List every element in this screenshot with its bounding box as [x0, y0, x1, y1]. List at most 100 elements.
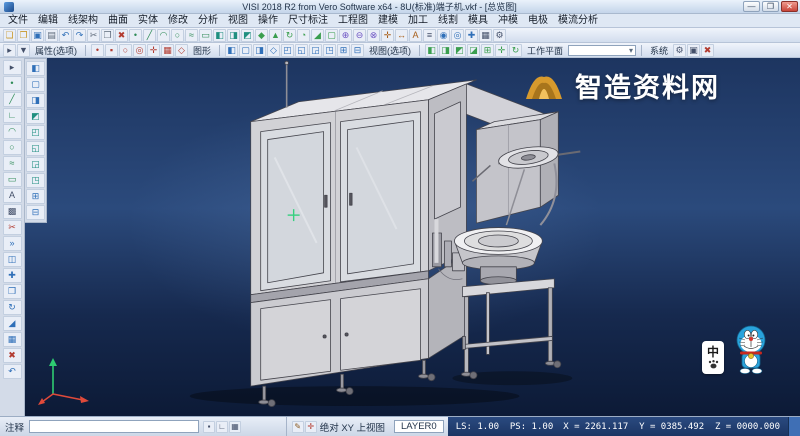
workplane-xz-icon[interactable]: ◨: [439, 44, 452, 57]
menu-item[interactable]: 实体: [133, 14, 163, 28]
snap-grid-icon[interactable]: ▦: [161, 44, 174, 57]
snap-center-icon[interactable]: ◎: [133, 44, 146, 57]
wireframe-mode-icon[interactable]: ▢: [26, 77, 45, 92]
boolean-subtract-icon[interactable]: ⊖: [353, 29, 366, 42]
rectangle-tool-icon[interactable]: ▭: [3, 172, 22, 187]
menu-item[interactable]: 文件: [3, 14, 33, 28]
filter-icon[interactable]: ▼: [17, 44, 30, 57]
cad-model-machine[interactable]: [25, 58, 800, 416]
polyline-tool-icon[interactable]: ∟: [3, 108, 22, 123]
trim-tool-icon[interactable]: ✂: [3, 220, 22, 235]
menu-item[interactable]: 曲面: [103, 14, 133, 28]
arc-tool-icon[interactable]: ◠: [3, 124, 22, 139]
zoom-previous-icon[interactable]: ⊟: [351, 44, 364, 57]
menu-item[interactable]: 工程图: [333, 14, 373, 28]
hidden-line-icon[interactable]: ◨: [253, 44, 266, 57]
view-top-icon[interactable]: ◱: [26, 141, 45, 156]
viewport-3d[interactable]: ◧▢◨◩◰◱◲◳⊞⊟ 智造资料网 中: [25, 58, 800, 416]
workplane-origin-icon[interactable]: ✛: [495, 44, 508, 57]
circle-tool-icon[interactable]: ○: [3, 140, 22, 155]
menu-item[interactable]: 视图: [223, 14, 253, 28]
curve-tool-icon[interactable]: ≈: [185, 29, 198, 42]
redo-icon[interactable]: ↷: [73, 29, 86, 42]
snap-intersection-icon[interactable]: ✛: [147, 44, 160, 57]
menu-item[interactable]: 电极: [523, 14, 553, 28]
workplane-align-icon[interactable]: ⊞: [481, 44, 494, 57]
boolean-union-icon[interactable]: ⊕: [339, 29, 352, 42]
open-file-icon[interactable]: ❐: [17, 29, 30, 42]
copy-icon[interactable]: ❒: [101, 29, 114, 42]
rectangle-tool-icon[interactable]: ▭: [199, 29, 212, 42]
note-input[interactable]: [29, 420, 199, 433]
workplane-yz-icon[interactable]: ◩: [453, 44, 466, 57]
line-tool-icon[interactable]: ╱: [3, 92, 22, 107]
snap-point-icon[interactable]: •: [91, 44, 104, 57]
snap-mid-icon[interactable]: ○: [119, 44, 132, 57]
offset-tool-icon[interactable]: »: [3, 236, 22, 251]
workplane-rotate-icon[interactable]: ↻: [509, 44, 522, 57]
top-view-icon[interactable]: ◱: [295, 44, 308, 57]
move-tool-icon[interactable]: ✚: [3, 268, 22, 283]
front-view-icon[interactable]: ◰: [281, 44, 294, 57]
view-front-icon[interactable]: ◰: [26, 125, 45, 140]
menu-item[interactable]: 编辑: [33, 14, 63, 28]
text-annotation-icon[interactable]: A: [409, 29, 422, 42]
shaded-mode-icon[interactable]: ◧: [26, 61, 45, 76]
pan-icon[interactable]: ✚: [465, 29, 478, 42]
undo-icon[interactable]: ↶: [59, 29, 72, 42]
menu-item[interactable]: 修改: [163, 14, 193, 28]
save-file-icon[interactable]: ▣: [31, 29, 44, 42]
point-tool-icon[interactable]: •: [3, 76, 22, 91]
menu-item[interactable]: 操作: [253, 14, 283, 28]
grid-icon[interactable]: ▦: [479, 29, 492, 42]
workplane-xy-icon[interactable]: ◧: [425, 44, 438, 57]
menu-item[interactable]: 线割: [433, 14, 463, 28]
minimize-button[interactable]: —: [743, 1, 760, 12]
back-view-icon[interactable]: ◳: [323, 44, 336, 57]
zoom-window-icon[interactable]: ⊞: [26, 189, 45, 204]
extrude-icon[interactable]: ▲: [269, 29, 282, 42]
select-tool-icon[interactable]: ▸: [3, 60, 22, 75]
rotate-tool-icon[interactable]: ↻: [3, 300, 22, 315]
resize-grip[interactable]: [788, 417, 800, 436]
chamfer-icon[interactable]: ◢: [311, 29, 324, 42]
dimension-icon[interactable]: ↔: [395, 29, 408, 42]
system-info-icon[interactable]: ▣: [687, 44, 700, 57]
menu-item[interactable]: 线架构: [63, 14, 103, 28]
text-tool-icon[interactable]: A: [3, 188, 22, 203]
point-tool-icon[interactable]: •: [129, 29, 142, 42]
revolve-icon[interactable]: ↻: [283, 29, 296, 42]
circle-tool-icon[interactable]: ○: [171, 29, 184, 42]
zoom-fit-icon[interactable]: ◎: [451, 29, 464, 42]
maximize-button[interactable]: ❐: [762, 1, 779, 12]
zoom-window-icon[interactable]: ⊞: [337, 44, 350, 57]
view-iso-icon[interactable]: ◳: [26, 173, 45, 188]
right-view-icon[interactable]: ◲: [309, 44, 322, 57]
layers-icon[interactable]: ≡: [423, 29, 436, 42]
snap-toggle-icon[interactable]: ▪: [203, 421, 215, 433]
mirror-tool-icon[interactable]: ◫: [3, 252, 22, 267]
coordinate-mode-segment[interactable]: ✎✛ 绝对 XY 上视图: [286, 417, 390, 436]
fillet-icon[interactable]: ◔: [297, 29, 310, 42]
select-mode-icon[interactable]: ▸: [3, 44, 16, 57]
hatch-tool-icon[interactable]: ▩: [3, 204, 22, 219]
settings-icon[interactable]: ⚙: [493, 29, 506, 42]
zoom-all-icon[interactable]: ⊟: [26, 205, 45, 220]
line-tool-icon[interactable]: ╱: [143, 29, 156, 42]
system-settings-icon[interactable]: ⚙: [673, 44, 686, 57]
sweep-tool-icon[interactable]: ◩: [241, 29, 254, 42]
ortho-toggle-icon[interactable]: ∟: [216, 421, 228, 433]
shaded-view-icon[interactable]: ◧: [225, 44, 238, 57]
scale-tool-icon[interactable]: ◢: [3, 316, 22, 331]
pencil-icon[interactable]: ✎: [292, 421, 304, 433]
delete-icon[interactable]: ✖: [115, 29, 128, 42]
menu-item[interactable]: 冲模: [493, 14, 523, 28]
loft-tool-icon[interactable]: ◨: [227, 29, 240, 42]
menu-item[interactable]: 建模: [373, 14, 403, 28]
boolean-intersect-icon[interactable]: ⊗: [367, 29, 380, 42]
measure-icon[interactable]: ✛: [381, 29, 394, 42]
spline-tool-icon[interactable]: ≈: [3, 156, 22, 171]
hidden-line-mode-icon[interactable]: ◨: [26, 93, 45, 108]
view-right-icon[interactable]: ◲: [26, 157, 45, 172]
shell-icon[interactable]: ▢: [325, 29, 338, 42]
